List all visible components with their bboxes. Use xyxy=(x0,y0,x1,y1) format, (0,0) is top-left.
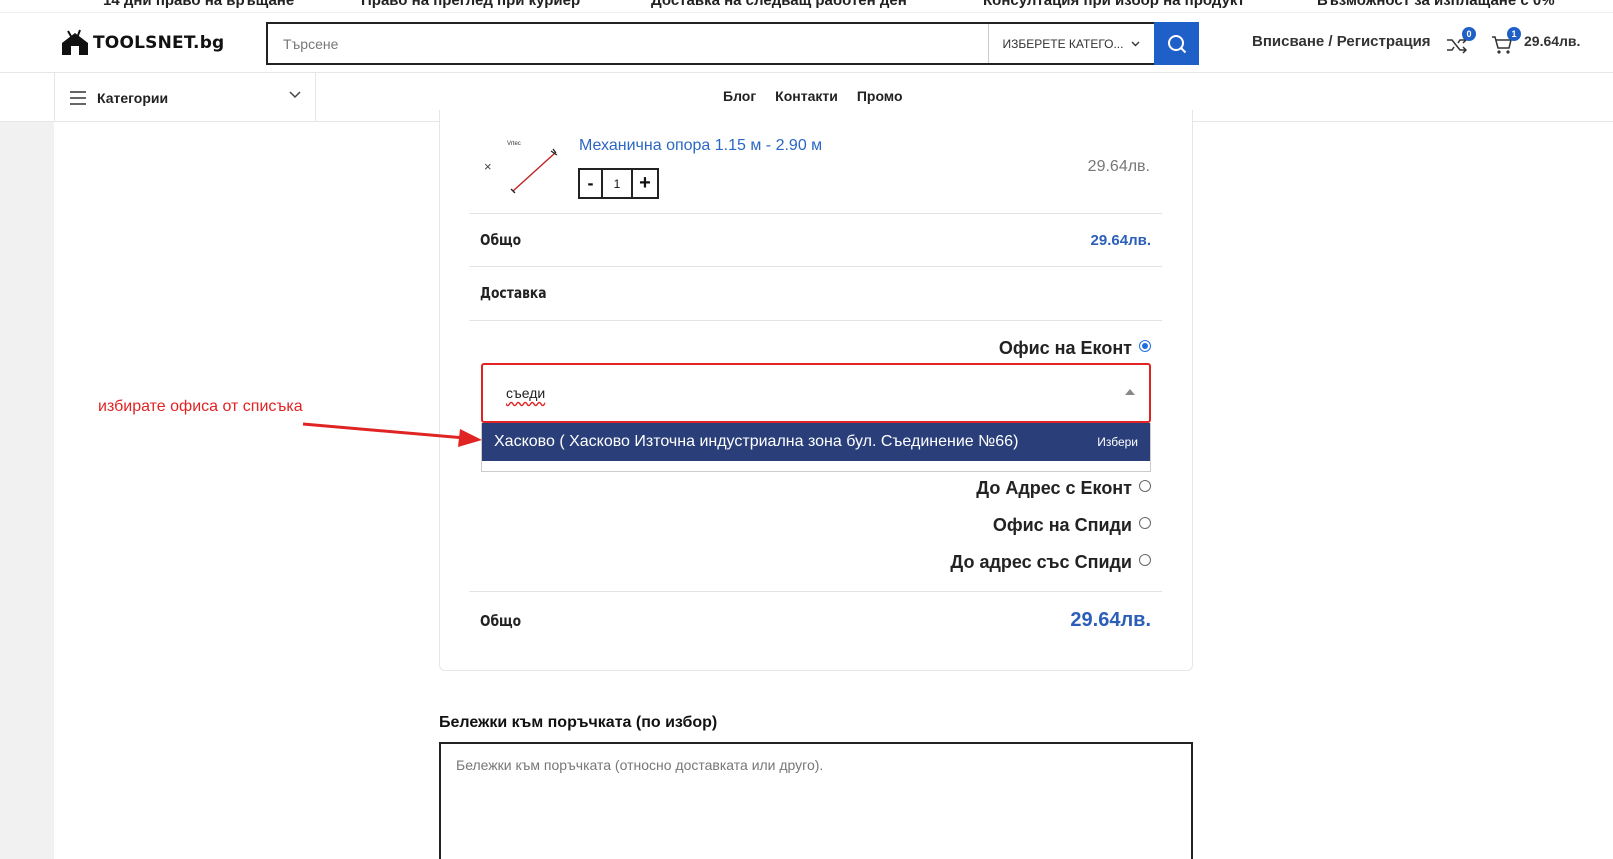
chevron-down-icon xyxy=(1131,41,1140,46)
chevron-down-icon xyxy=(289,91,301,99)
promo-bar: 14 дни право на връщане Право на преглед… xyxy=(0,0,1613,13)
office-option-label: Хасково ( Хасково Източна индустриална з… xyxy=(494,433,1019,450)
promo-item: Доставка на следващ работен ден xyxy=(651,0,907,9)
shipping-option-speedy-address-radio[interactable] xyxy=(1139,554,1151,566)
divider xyxy=(469,320,1162,321)
logo-text: TOOLSNET.bg xyxy=(93,33,225,53)
total-value: 29.64лв. xyxy=(1070,609,1151,631)
cart-item-row: × Vrtec Механична опора 1.15 м - 2.90 м … xyxy=(469,130,1162,214)
qty-value[interactable]: 1 xyxy=(603,170,633,197)
house-tools-icon xyxy=(62,29,88,55)
shipping-option-speedy-address-label[interactable]: До адрес със Спиди xyxy=(950,552,1132,573)
compare-button[interactable]: 0 xyxy=(1446,27,1476,55)
office-dropdown-list: Хасково ( Хасково Източна индустриална з… xyxy=(481,423,1151,472)
site-header: TOOLSNET.bg ИЗБЕРЕТЕ КАТЕГО... Вписване … xyxy=(0,13,1613,73)
quantity-stepper: - 1 + xyxy=(578,168,659,199)
product-price: 29.64лв. xyxy=(1087,158,1150,175)
search-bar: ИЗБЕРЕТЕ КАТЕГО... xyxy=(266,22,1199,65)
total-label: Общо xyxy=(480,612,522,630)
promo-item: Консултация при избор на продукт xyxy=(983,0,1245,9)
search-button[interactable] xyxy=(1154,22,1199,65)
svg-text:Vrtec: Vrtec xyxy=(507,141,521,147)
shipping-option-econt-address-label[interactable]: До Адрес с Еконт xyxy=(976,478,1132,499)
caret-up-icon xyxy=(1125,389,1135,395)
cart-total[interactable]: 29.64лв. xyxy=(1524,33,1580,49)
nav-link-contacts[interactable]: Контакти xyxy=(775,88,838,104)
divider xyxy=(469,591,1162,592)
subtotal-value: 29.64лв. xyxy=(1090,232,1151,249)
shipping-option-econt-office-label[interactable]: Офис на Еконт xyxy=(999,338,1132,359)
cart-button[interactable]: 1 xyxy=(1491,27,1521,55)
search-input[interactable] xyxy=(268,24,988,63)
annotation-text: избирате офиса от списъка xyxy=(98,398,303,415)
login-register-link[interactable]: Вписване / Регистрация xyxy=(1252,33,1431,50)
office-search-value: съеди xyxy=(506,385,546,401)
left-gutter xyxy=(0,122,54,859)
search-icon xyxy=(1167,34,1186,53)
qty-decrease-button[interactable]: - xyxy=(580,170,603,197)
shipping-option-econt-office-radio[interactable] xyxy=(1139,340,1151,352)
shipping-option-speedy-office-label[interactable]: Офис на Спиди xyxy=(993,515,1132,536)
categories-label: Категории xyxy=(97,89,169,106)
econt-office-search-select[interactable]: съеди xyxy=(481,363,1151,423)
promo-item: 14 дни право на връщане xyxy=(103,0,295,9)
compare-count-badge: 0 xyxy=(1462,27,1476,41)
product-thumbnail: Vrtec xyxy=(507,141,558,194)
divider xyxy=(469,266,1162,267)
promo-item: Възможност за изплащане с 0% xyxy=(1317,0,1555,9)
office-option[interactable]: Хасково ( Хасково Източна индустриална з… xyxy=(482,423,1150,461)
subtotal-label: Общо xyxy=(480,231,522,249)
annotation-arrow-icon xyxy=(302,422,482,447)
category-select-label: ИЗБЕРЕТЕ КАТЕГО... xyxy=(1002,36,1124,51)
order-notes-textarea[interactable] xyxy=(439,742,1193,859)
qty-increase-button[interactable]: + xyxy=(633,170,657,197)
office-option-select-hint: Избери xyxy=(1097,435,1138,449)
logo[interactable]: TOOLSNET.bg xyxy=(60,27,224,59)
nav-links: Блог Контакти Промо xyxy=(723,88,903,104)
shipping-label: Доставка xyxy=(480,284,547,302)
shipping-option-econt-address-radio[interactable] xyxy=(1139,480,1151,492)
order-notes-label: Бележки към поръчката (по избор) xyxy=(439,714,718,731)
hamburger-icon xyxy=(70,90,86,105)
cart-count-badge: 1 xyxy=(1507,27,1521,41)
product-title-link[interactable]: Механична опора 1.15 м - 2.90 м xyxy=(579,137,822,155)
remove-item-button[interactable]: × xyxy=(484,159,492,174)
shipping-option-speedy-office-radio[interactable] xyxy=(1139,517,1151,529)
nav-link-blog[interactable]: Блог xyxy=(723,88,756,104)
nav-link-promo[interactable]: Промо xyxy=(857,88,903,104)
categories-menu[interactable]: Категории xyxy=(54,73,316,122)
category-select[interactable]: ИЗБЕРЕТЕ КАТЕГО... xyxy=(988,24,1154,63)
promo-item: Право на преглед при куриер xyxy=(361,0,581,9)
